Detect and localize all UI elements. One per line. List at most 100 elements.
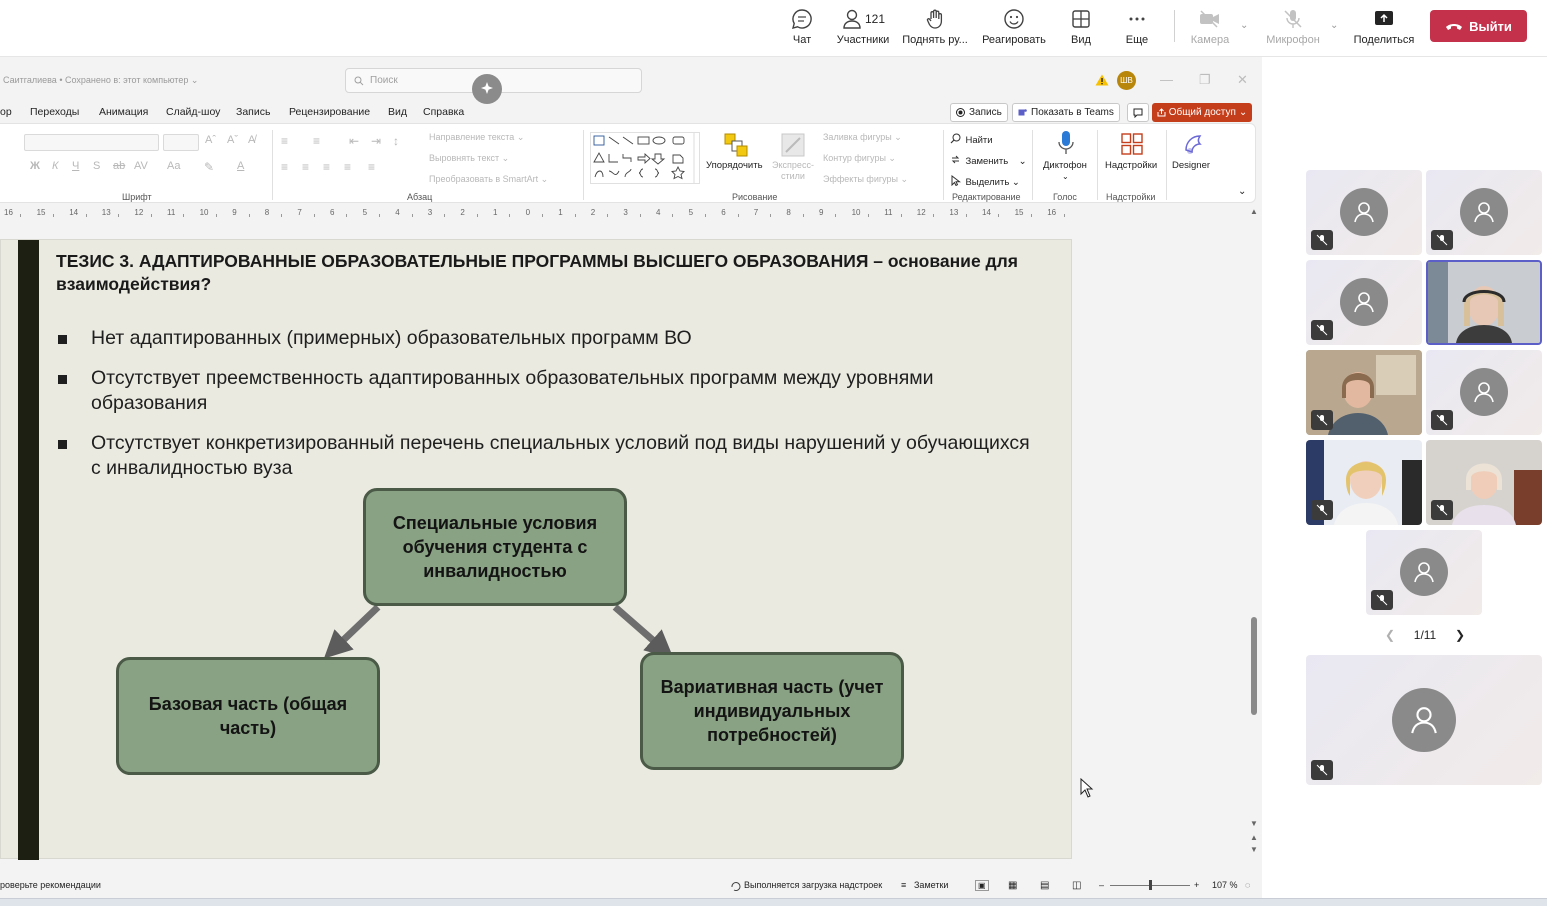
columns-icon[interactable]: ≡ xyxy=(368,160,375,174)
select-button[interactable]: Выделить ⌄ xyxy=(950,172,1020,190)
participant-video-tile-active-speaker[interactable] xyxy=(1426,260,1542,345)
reading-view-icon[interactable]: ▤ xyxy=(1040,880,1049,891)
close-icon[interactable]: ✕ xyxy=(1237,72,1248,88)
participant-tile[interactable] xyxy=(1426,350,1542,435)
align-center-icon[interactable]: ≡ xyxy=(302,160,309,174)
dictate-button[interactable]: Диктофон ⌄ xyxy=(1040,130,1092,186)
decrease-font-icon[interactable]: Aˇ xyxy=(227,134,238,146)
participant-tile[interactable] xyxy=(1366,530,1482,615)
prev-slide-icon[interactable]: ▲ xyxy=(1250,833,1258,842)
leave-button[interactable]: Выйти xyxy=(1430,10,1527,42)
tab-slideshow[interactable]: Слайд-шоу xyxy=(166,106,220,118)
accessibility-status[interactable]: роверьте рекомендации xyxy=(0,880,101,890)
next-page-icon[interactable]: ❯ xyxy=(1455,628,1465,642)
font-color-icon[interactable]: A xyxy=(237,160,244,172)
fit-slide-icon[interactable]: ◌ xyxy=(1245,880,1250,890)
slide-editing-area[interactable]: ТЕЗИС 3. АДАПТИРОВАННЫЕ ОБРАЗОВАТЕЛЬНЫЕ … xyxy=(0,221,1247,866)
notes-icon[interactable]: ≡ xyxy=(901,880,906,890)
tab-view[interactable]: Вид xyxy=(388,106,407,118)
italic-icon[interactable]: К xyxy=(52,160,58,172)
more-button[interactable]: Еще xyxy=(1123,6,1151,52)
comments-button[interactable] xyxy=(1127,103,1149,122)
shape-fill-button[interactable]: Заливка фигуры ⌄ xyxy=(823,132,902,143)
clear-format-icon[interactable]: A̸ xyxy=(248,134,255,146)
user-avatar[interactable]: ШВ xyxy=(1117,71,1136,90)
participant-video-tile[interactable] xyxy=(1306,440,1422,525)
tab-help[interactable]: Справка xyxy=(423,106,464,118)
tab-animation[interactable]: Анимация xyxy=(99,106,148,118)
scroll-thumb[interactable] xyxy=(1251,617,1257,715)
font-size-select[interactable] xyxy=(163,134,199,151)
record-button[interactable]: Запись xyxy=(950,103,1008,122)
diagram-box-top[interactable]: Специальные условия обучения студента с … xyxy=(363,488,627,606)
increase-font-icon[interactable]: Aˆ xyxy=(205,134,216,146)
scroll-up-icon[interactable]: ▲ xyxy=(1250,207,1258,216)
shapes-gallery[interactable] xyxy=(590,132,700,184)
participant-tile[interactable] xyxy=(1306,170,1422,255)
indent-icon[interactable]: ⇥ xyxy=(371,134,381,148)
numbering-icon[interactable]: ≡ xyxy=(313,134,320,148)
outdent-icon[interactable]: ⇤ xyxy=(349,134,359,148)
designer-button[interactable]: Designer xyxy=(1172,130,1216,186)
scroll-down-icon[interactable]: ▼ xyxy=(1250,819,1258,828)
highlight-icon[interactable]: ✎ xyxy=(204,160,214,174)
underline-icon[interactable]: Ч xyxy=(72,160,79,172)
participant-tile-large[interactable] xyxy=(1306,655,1542,785)
present-in-teams-button[interactable]: Показать в Teams xyxy=(1012,103,1120,122)
zoom-in-icon[interactable]: + xyxy=(1194,880,1199,890)
participant-video-tile[interactable] xyxy=(1306,350,1422,435)
bold-icon[interactable]: Ж xyxy=(30,160,40,172)
next-slide-icon[interactable]: ▼ xyxy=(1250,845,1258,854)
participants-button[interactable]: 121 Участники xyxy=(833,6,893,52)
diagram-box-left[interactable]: Базовая часть (общая часть) xyxy=(116,657,380,775)
tab-record[interactable]: Запись xyxy=(236,106,270,118)
diagram-box-right[interactable]: Вариативная часть (учет индивидуальных п… xyxy=(640,652,904,770)
text-direction-button[interactable]: Направление текста ⌄ xyxy=(429,132,524,143)
convert-smartart-button[interactable]: Преобразовать в SmartArt ⌄ xyxy=(429,174,548,185)
quick-styles-button[interactable]: Экспресс-стили xyxy=(770,130,816,186)
line-spacing-icon[interactable]: ↕ xyxy=(393,134,399,148)
maximize-icon[interactable]: ❐ xyxy=(1199,72,1211,88)
collapse-ribbon-chevron-icon[interactable]: ⌄ xyxy=(1238,186,1246,197)
font-name-select[interactable] xyxy=(24,134,159,151)
camera-button[interactable]: Камера xyxy=(1188,6,1232,52)
tab-design[interactable]: ор xyxy=(0,106,12,118)
participant-tile[interactable] xyxy=(1306,260,1422,345)
addins-button[interactable]: Надстройки xyxy=(1104,130,1162,186)
change-case-icon[interactable]: Aa xyxy=(167,160,180,172)
notes-button[interactable]: Заметки xyxy=(914,880,948,890)
zoom-slider-thumb[interactable] xyxy=(1149,880,1152,890)
shadow-icon[interactable]: S xyxy=(93,160,100,172)
chat-button[interactable]: Чат xyxy=(788,6,816,52)
warning-icon[interactable] xyxy=(1095,74,1109,86)
share-access-button[interactable]: Общий доступ ⌄ xyxy=(1152,103,1252,122)
vertical-scrollbar[interactable]: ▲ ▼ ▲ ▼ xyxy=(1247,207,1262,867)
normal-view-icon[interactable]: ▣ xyxy=(975,880,989,891)
tab-review[interactable]: Рецензирование xyxy=(289,106,370,118)
shape-effects-button[interactable]: Эффекты фигуры ⌄ xyxy=(823,174,908,185)
slide[interactable]: ТЕЗИС 3. АДАПТИРОВАННЫЕ ОБРАЗОВАТЕЛЬНЫЕ … xyxy=(0,239,1072,860)
microphone-button[interactable]: Микрофон xyxy=(1262,6,1324,52)
view-button[interactable]: Вид xyxy=(1067,6,1095,52)
share-button[interactable]: Поделиться xyxy=(1353,6,1415,52)
slideshow-icon[interactable]: ◫ xyxy=(1072,880,1081,891)
mic-options-chevron-icon[interactable]: ⌄ xyxy=(1330,20,1338,31)
shape-outline-button[interactable]: Контур фигуры ⌄ xyxy=(823,153,896,164)
replace-button[interactable]: Заменить ⌄ xyxy=(950,151,1027,169)
participant-tile[interactable] xyxy=(1426,170,1542,255)
strikethrough-icon[interactable]: ab xyxy=(113,160,125,172)
justify-icon[interactable]: ≡ xyxy=(344,160,351,174)
participant-video-tile[interactable] xyxy=(1426,440,1542,525)
react-button[interactable]: Реагировать xyxy=(980,6,1048,52)
zoom-level[interactable]: 107 % xyxy=(1212,880,1238,890)
camera-options-chevron-icon[interactable]: ⌄ xyxy=(1240,20,1248,31)
zoom-out-icon[interactable]: – xyxy=(1099,880,1104,890)
align-text-button[interactable]: Выровнять текст ⌄ xyxy=(429,153,509,164)
raise-hand-button[interactable]: Поднять ру... xyxy=(900,6,970,52)
find-button[interactable]: Найти xyxy=(950,130,993,148)
slide-sorter-icon[interactable]: ▦ xyxy=(1008,880,1017,891)
align-left-icon[interactable]: ≡ xyxy=(281,160,288,174)
bullets-icon[interactable]: ≡ xyxy=(281,134,288,148)
spacing-icon[interactable]: AV xyxy=(134,160,148,172)
copilot-sparkle-button[interactable] xyxy=(472,74,502,104)
